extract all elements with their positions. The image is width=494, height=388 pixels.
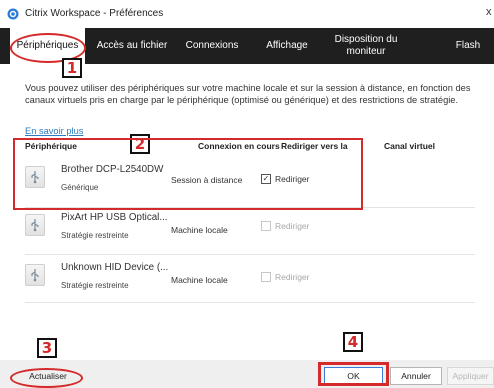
redirect-checkbox: Rediriger bbox=[261, 272, 310, 282]
device-connection: Session à distance bbox=[171, 175, 243, 185]
checkbox-checked-icon[interactable]: ✓ bbox=[261, 174, 271, 184]
redirect-label: Rediriger bbox=[275, 174, 310, 184]
device-policy: Stratégie restreinte bbox=[61, 281, 129, 290]
close-icon[interactable]: x bbox=[486, 6, 494, 18]
redirect-checkbox: Rediriger bbox=[261, 221, 310, 231]
learn-more-link[interactable]: En savoir plus bbox=[25, 126, 83, 136]
table-row[interactable]: PixArt HP USB Optical... Stratégie restr… bbox=[25, 212, 475, 252]
device-connection: Machine locale bbox=[171, 275, 228, 285]
redirect-label: Rediriger bbox=[275, 221, 310, 231]
refresh-button[interactable]: Actualiser bbox=[18, 367, 78, 385]
header-channel[interactable]: Canal virtuel bbox=[384, 141, 435, 151]
cancel-button[interactable]: Annuler bbox=[390, 367, 442, 385]
usb-icon bbox=[25, 166, 45, 188]
device-connection: Machine locale bbox=[171, 225, 228, 235]
redirect-checkbox[interactable]: ✓ Rediriger bbox=[261, 174, 310, 184]
device-policy: Stratégie restreinte bbox=[61, 231, 129, 240]
tab-disposition-moniteur[interactable]: Disposition du moniteur bbox=[327, 28, 405, 64]
checkbox-unchecked-icon bbox=[261, 272, 271, 282]
row-divider bbox=[25, 254, 475, 255]
table-row[interactable]: Unknown HID Device (... Stratégie restre… bbox=[25, 262, 475, 302]
window-title: Citrix Workspace - Préférences bbox=[25, 8, 164, 19]
redirect-label: Rediriger bbox=[275, 272, 310, 282]
callout-3: 3 bbox=[37, 338, 57, 358]
callout-2: 2 bbox=[130, 134, 150, 154]
tab-flash[interactable]: Flash bbox=[448, 28, 488, 64]
dialog-footer: Actualiser OK Annuler Appliquer bbox=[0, 360, 494, 388]
device-policy: Générique bbox=[61, 183, 99, 192]
callout-4: 4 bbox=[343, 332, 363, 352]
checkbox-unchecked-icon bbox=[261, 221, 271, 231]
title-bar: Citrix Workspace - Préférences x bbox=[0, 0, 494, 28]
row-divider bbox=[25, 207, 475, 208]
header-device[interactable]: Périphérique bbox=[25, 141, 77, 151]
usb-icon bbox=[25, 214, 45, 236]
tab-acces-fichier[interactable]: Accès au fichier bbox=[88, 28, 176, 64]
row-divider bbox=[25, 302, 475, 303]
apply-button[interactable]: Appliquer bbox=[447, 367, 494, 385]
description-text: Vous pouvez utiliser des périphériques s… bbox=[25, 83, 471, 105]
tab-connexions[interactable]: Connexions bbox=[178, 28, 246, 64]
citrix-icon bbox=[7, 8, 19, 20]
ok-button[interactable]: OK bbox=[324, 367, 383, 385]
header-redirect[interactable]: Rediriger vers la bbox=[281, 141, 348, 151]
tab-affichage[interactable]: Affichage bbox=[256, 28, 318, 64]
device-name: PixArt HP USB Optical... bbox=[61, 212, 168, 223]
device-table-header: Périphérique Connexion en cours Redirige… bbox=[25, 139, 475, 153]
usb-icon bbox=[25, 264, 45, 286]
device-name: Brother DCP-L2540DW bbox=[61, 164, 164, 175]
device-name: Unknown HID Device (... bbox=[61, 262, 169, 273]
table-row[interactable]: Brother DCP-L2540DW Générique Session à … bbox=[25, 164, 475, 204]
callout-1: 1 bbox=[62, 58, 82, 78]
header-connection[interactable]: Connexion en cours bbox=[198, 141, 280, 151]
